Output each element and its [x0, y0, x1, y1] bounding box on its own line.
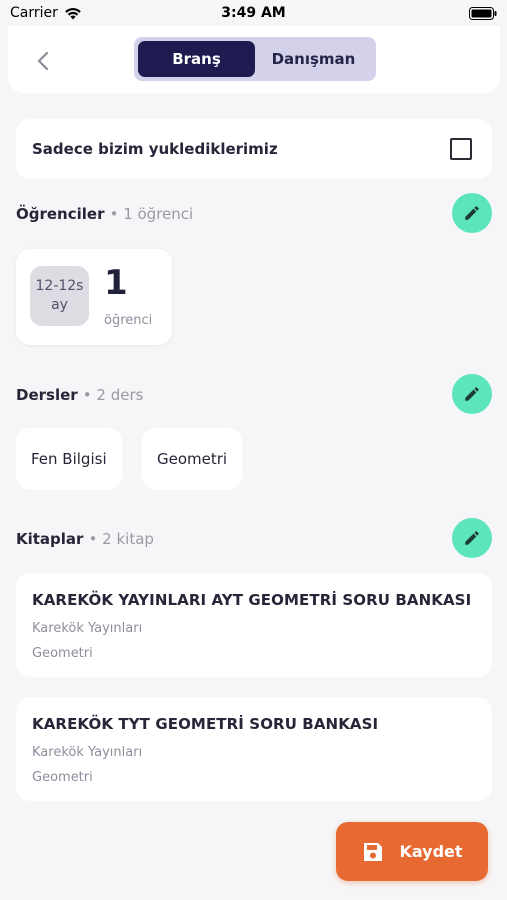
book-subject: Geometri: [32, 646, 93, 661]
age-range: 12-12s: [35, 278, 84, 294]
age-badge: 12-12s ay: [30, 266, 89, 326]
clock: 3:49 AM: [221, 5, 286, 21]
books-title: Kitaplar: [16, 529, 84, 548]
book-subject: Geometri: [32, 770, 93, 785]
chevron-left-icon: [37, 51, 49, 71]
students-section-header: Öğrenciler • 1 öğrenci: [16, 193, 492, 233]
student-unit: öğrenci: [104, 313, 153, 328]
battery-icon: [469, 7, 497, 24]
books-count: • 2 kitap: [88, 529, 154, 548]
tab-danisman[interactable]: Danışman: [255, 41, 372, 77]
books-section-header: Kitaplar • 2 kitap: [16, 518, 492, 558]
pencil-icon: [465, 206, 479, 220]
tab-brans[interactable]: Branş: [138, 41, 255, 77]
book-publisher: Karekök Yayınları: [32, 745, 143, 760]
edit-books-button[interactable]: [452, 518, 492, 558]
students-count: • 1 öğrenci: [109, 204, 194, 223]
status-bar: Carrier 3:49 AM: [0, 0, 507, 28]
edit-students-button[interactable]: [452, 193, 492, 233]
book-card[interactable]: KAREKÖK TYT GEOMETRİ SORU BANKASI Karekö…: [16, 697, 492, 801]
pencil-icon: [465, 387, 479, 401]
lessons-count: • 2 ders: [82, 385, 144, 404]
save-button[interactable]: Kaydet: [336, 822, 488, 881]
student-card[interactable]: 12-12s ay 1 öğrenci: [16, 249, 172, 345]
filter-row[interactable]: Sadece bizim yuklediklerimiz: [16, 119, 492, 179]
pencil-icon: [465, 531, 479, 545]
filter-checkbox[interactable]: [450, 138, 472, 160]
edit-lessons-button[interactable]: [452, 374, 492, 414]
lesson-chip[interactable]: Geometri: [142, 428, 243, 490]
save-icon: [364, 842, 383, 861]
book-card[interactable]: KAREKÖK YAYINLARI AYT GEOMETRİ SORU BANK…: [16, 573, 492, 677]
segmented-control: Branş Danışman: [134, 37, 376, 81]
age-unit: ay: [51, 297, 68, 313]
book-title: KAREKÖK YAYINLARI AYT GEOMETRİ SORU BANK…: [32, 591, 472, 609]
header: Branş Danışman: [8, 26, 500, 93]
lessons-section-header: Dersler • 2 ders: [16, 374, 492, 414]
save-label: Kaydet: [399, 842, 463, 861]
lessons-title: Dersler: [16, 385, 78, 404]
students-title: Öğrenciler: [16, 204, 105, 223]
back-button[interactable]: [28, 46, 58, 76]
student-number: 1: [104, 263, 128, 303]
book-publisher: Karekök Yayınları: [32, 621, 143, 636]
filter-label: Sadece bizim yuklediklerimiz: [32, 140, 278, 158]
lesson-chip[interactable]: Fen Bilgisi: [16, 428, 122, 490]
book-title: KAREKÖK TYT GEOMETRİ SORU BANKASI: [32, 715, 379, 733]
